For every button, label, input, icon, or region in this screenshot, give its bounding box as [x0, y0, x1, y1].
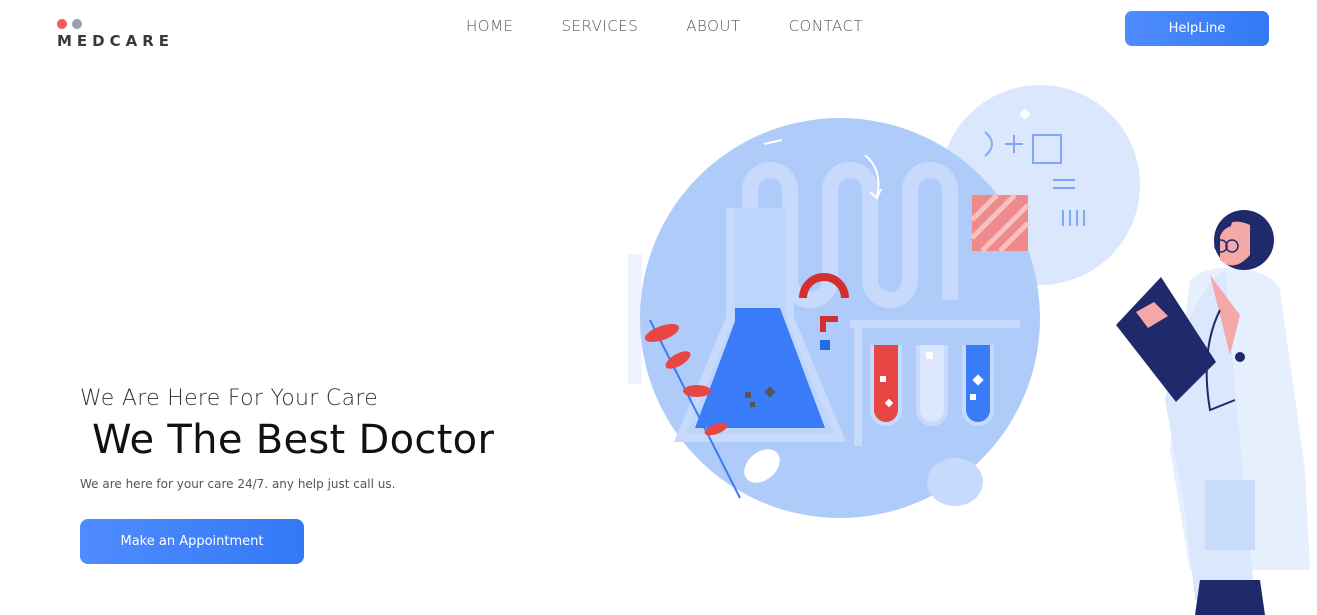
nav-home[interactable]: HOME: [466, 17, 514, 35]
logo-dots: [57, 19, 174, 29]
main-nav: HOME SERVICES ABOUT CONTACT: [466, 17, 911, 35]
striped-square-icon: [970, 193, 1030, 253]
hero-tagline: We Are Here For Your Care: [80, 386, 379, 411]
logo-dot-grey: [72, 19, 82, 29]
helpline-button[interactable]: HelpLine: [1125, 11, 1269, 46]
make-appointment-button[interactable]: Make an Appointment: [80, 519, 304, 564]
hero-illustration: [628, 85, 1310, 615]
logo[interactable]: MEDCARE: [57, 19, 174, 50]
hero-subtext: We are here for your care 24/7. any help…: [80, 477, 396, 491]
doctor-figure: [1116, 210, 1310, 615]
hero-text: We Are Here For Your Care We The Best Do…: [80, 386, 494, 491]
hero-headline: We The Best Doctor: [92, 417, 495, 463]
nav-services[interactable]: SERVICES: [562, 17, 639, 35]
brand-name: MEDCARE: [57, 32, 175, 50]
nav-about[interactable]: ABOUT: [686, 17, 740, 35]
background-panel: [628, 254, 642, 384]
nav-contact[interactable]: CONTACT: [789, 17, 864, 35]
logo-dot-red: [57, 19, 67, 29]
striped-blob: [927, 458, 983, 506]
